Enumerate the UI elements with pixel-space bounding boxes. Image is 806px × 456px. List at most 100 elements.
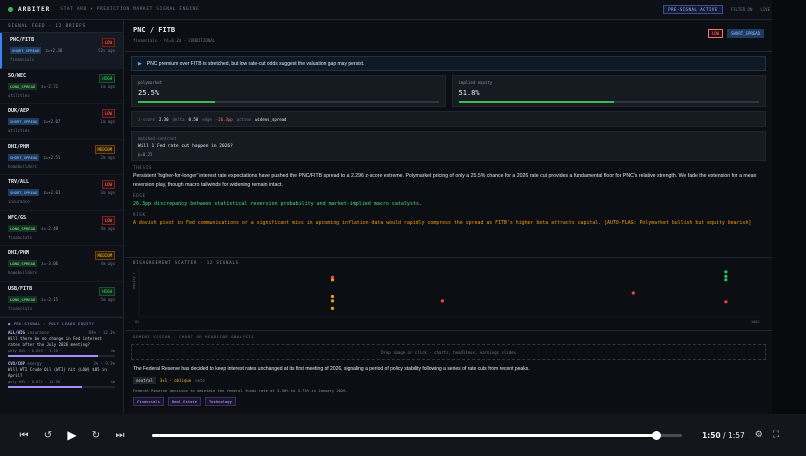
confidence-badge: LOW [707, 29, 724, 38]
sector-label: utilities [8, 128, 30, 133]
brief-item[interactable]: USB/FITB HIGH LONG_SPREAD z=-2.15 5m ago fina… [0, 282, 123, 317]
presignal-dot-icon: ● [8, 321, 11, 326]
scatter-point[interactable] [724, 300, 728, 304]
presignal-question: Will there be no change in Fed interest … [8, 336, 102, 347]
sector-label: financials [10, 57, 35, 62]
brief-pair: WFC/GS [8, 214, 27, 221]
zscore: z=-2.48 [41, 225, 59, 231]
edge-value: -26.3pp [215, 116, 233, 122]
scatter-title: DISAGREEMENT SCATTER · 12 SIGNALS [133, 260, 239, 265]
matched-contract[interactable]: matched contract Will 1 Fed rate cut hap… [131, 131, 766, 161]
sector-chip[interactable]: Technology [205, 397, 236, 406]
brief-item[interactable]: PNC/FITB LOW SHORT_SPREAD z=+2.30 52s ago fin… [0, 33, 123, 69]
seek-bar[interactable] [152, 430, 682, 440]
right-edge-strip [772, 0, 806, 414]
zscore: z=-2.71 [41, 83, 59, 89]
scatter-point[interactable] [631, 291, 635, 295]
presignal-pair: ALL/HIG insurance 84% · 12.1% [8, 330, 115, 335]
forward-10-icon[interactable]: ↻ [90, 430, 102, 441]
timestamp: 3m ago [100, 190, 115, 195]
presignal-pair: CVX/COP energy 3% · 9.3% [8, 361, 115, 366]
filter-toggle[interactable]: FILTER ON [731, 7, 753, 12]
scatter-point[interactable] [724, 270, 728, 274]
settings-icon[interactable]: ⚙ [755, 430, 763, 440]
direction-badge: LONG_SPREAD [8, 260, 38, 267]
play-arrow-icon: ▶ [138, 60, 142, 67]
scatter-point[interactable] [330, 306, 335, 310]
presignal-status-badge[interactable]: PRE-SIGNAL ACTIVE [663, 5, 723, 14]
sentiment-badge: neutral [133, 377, 156, 384]
top-bar: ARBITER STAT ARB × PREDICTION MARKET SIG… [0, 0, 778, 20]
zscore: z=+2.30 [45, 48, 63, 53]
brief-item[interactable]: DHI/PHM MEDIUM LONG_SPREAD z=-3.06 4m ago hom… [0, 246, 123, 282]
presignal-meta: poly 69% · 0.07% · 12.58 4m [8, 380, 115, 384]
zscore: z=+2.07 [43, 119, 61, 124]
direction-badge: LONG_SPREAD [8, 82, 38, 90]
zscore: z=+2.01 [43, 190, 61, 195]
scatter-point[interactable] [330, 294, 335, 299]
action-value: widens_spread [255, 116, 287, 122]
timestamp: 52s ago [98, 48, 115, 53]
sentiment-note: note [195, 378, 205, 383]
signal-sidebar: SIGNAL FEED · 12 BRIEFS PNC/FITB LOW SHORT… [0, 20, 124, 414]
zscore: z=-2.15 [41, 296, 59, 302]
analysis-caption: Federal Reserve decision to maintain the… [133, 388, 348, 393]
presignal-bar [8, 355, 115, 357]
direction-badge: SHORT_SPREAD [8, 153, 40, 161]
confidence-badge: LOW [101, 109, 115, 118]
brief-pair: TRV/ALL [8, 179, 30, 185]
polymarket-card: polymarket 25.5% [131, 75, 446, 107]
app-brand: ARBITER [18, 6, 51, 13]
scatter-point[interactable] [330, 278, 335, 282]
pair-subtitle: financials · hl=6.2d · CONDITIONAL [133, 38, 215, 43]
time-display: 1:50 / 1:57 [702, 430, 745, 440]
direction-badge: SHORT_SPREAD [8, 118, 40, 125]
zscore: z=-3.06 [41, 261, 59, 266]
scatter-point[interactable] [330, 299, 335, 303]
brief-item[interactable]: SO/WEC HIGH LONG_SPREAD z=-2.71 1m ago utilit… [0, 69, 123, 104]
zscore: z=+2.51 [43, 154, 61, 160]
sector-label: financials [8, 305, 33, 311]
brief-item[interactable]: DUK/AEP LOW SHORT_SPREAD z=+2.07 1m ago utili… [0, 104, 123, 140]
contract-question: Will 1 Fed rate cut happen in 2026? [138, 144, 233, 149]
sector-chips: Financials Real Estate Technology [125, 397, 772, 406]
scatter-point[interactable] [440, 299, 444, 303]
sidebar-header: SIGNAL FEED · 12 BRIEFS [0, 20, 123, 33]
sector-chip[interactable]: Financials [133, 397, 164, 406]
rewind-10-icon[interactable]: ↺ [42, 430, 54, 441]
rate-tag: 3+1 · oblique [159, 378, 192, 383]
timestamp: 1m ago [100, 119, 115, 124]
pair-title: PNC / FITB [133, 26, 176, 34]
brief-item[interactable]: WFC/GS LOW LONG_SPREAD z=-2.48 4m ago financi… [0, 211, 123, 246]
confidence-badge: LOW [101, 180, 115, 189]
direction-badge: LONG_SPREAD [8, 295, 38, 303]
brief-item[interactable]: TRV/ALL LOW SHORT_SPREAD z=+2.01 3m ago insur… [0, 175, 123, 211]
seek-handle[interactable] [651, 430, 661, 440]
scatter-xmax-label: 100% [751, 320, 760, 324]
edge-text: 26.3pp discrepancy between statistical r… [133, 201, 422, 207]
skip-forward-icon[interactable]: ⏭ [114, 430, 126, 441]
timestamp: 4m ago [100, 225, 115, 231]
equity-card: implied equity 51.8% [451, 75, 766, 107]
video-player-bar: ⏮ ↺ ▶ ↻ ⏭ 1:50 / 1:57 ⚙ ⛶ [0, 414, 806, 456]
image-dropzone[interactable]: Drop image or click · charts, headlines,… [131, 344, 766, 360]
timestamp: 5m ago [100, 296, 115, 302]
presignal-question: Will WTI Crude Oil (WTI) hit (LOW) $85 i… [8, 367, 107, 378]
brief-item[interactable]: DHI/PHM MEDIUM SHORT_SPREAD z=+2.51 2m ago ho… [0, 140, 123, 175]
fullscreen-icon[interactable]: ⛶ [773, 430, 779, 440]
direction-badge: SHORT_SPREAD [8, 189, 40, 196]
scatter-point[interactable] [724, 274, 728, 278]
play-icon[interactable]: ▶ [66, 428, 78, 442]
confidence-badge: LOW [101, 38, 115, 47]
sector-chip[interactable]: Real Estate [167, 397, 202, 406]
presignal-item[interactable]: ALL/HIG insurance 84% · 12.1% Will there … [8, 330, 115, 357]
presignal-item[interactable]: CVX/COP energy 3% · 9.3% Will WTI Crude O… [8, 361, 115, 388]
skip-back-icon[interactable]: ⏮ [18, 430, 30, 441]
equity-value: 51.8% [458, 89, 480, 97]
direction-badge: SHORT_SPREAD [727, 29, 764, 38]
scatter-point[interactable] [724, 278, 728, 282]
sector-label: utilities [8, 92, 30, 98]
sector-label: financials [8, 234, 33, 240]
scatter-xmin-label: 0% [135, 320, 140, 324]
confidence-badge: MEDIUM [94, 144, 115, 154]
